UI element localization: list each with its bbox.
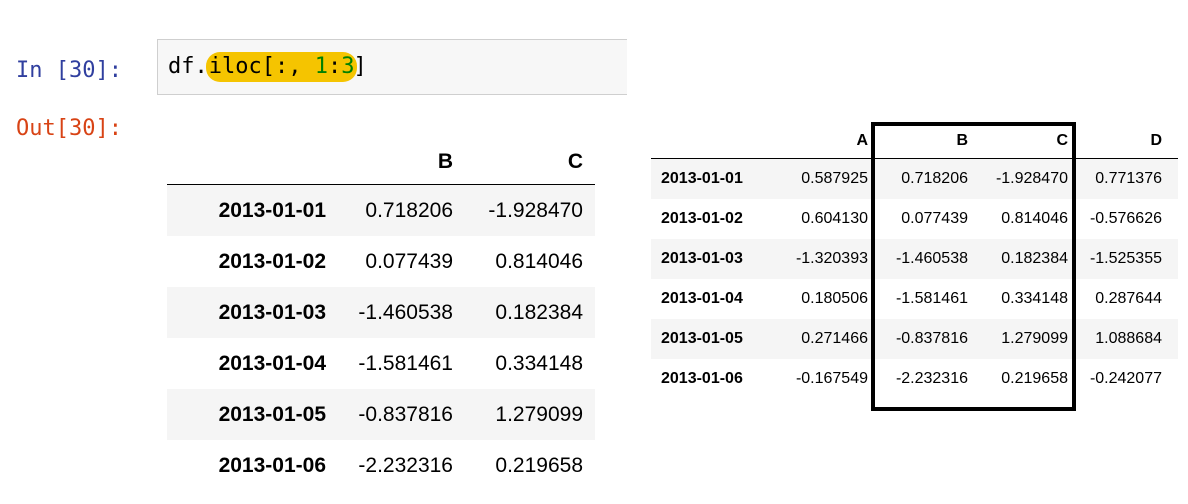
dataframe-row: 2013-01-04 0.180506 -1.581461 0.334148 0.287… [651,279,1178,319]
result-cell: -1.928470 [488,198,583,222]
dataframe-cell: -0.167549 [795,370,868,387]
result-index-cell: 2013-01-03 [218,300,326,324]
dataframe-cell: 0.587925 [801,170,868,187]
result-cell: -1.581461 [358,351,453,375]
code-colon: : [327,54,342,79]
result-cell: 0.814046 [495,249,583,273]
dataframe-cell: -0.837816 [895,330,968,347]
result-cell: 0.718206 [365,198,453,222]
code-iloc: iloc[:, [208,54,315,79]
result-index-cell: 2013-01-02 [218,249,326,273]
input-prompt: In [30]: [16,58,122,83]
dataframe-header-a: A [856,132,868,149]
dataframe-cell: 0.219658 [1001,370,1068,387]
result-header-c: C [567,150,583,173]
dataframe-cell: -0.242077 [1089,370,1162,387]
dataframe-cell: -1.928470 [995,170,1068,187]
code-cell[interactable]: df.iloc[:, 1:3] [157,39,627,95]
result-cell: 0.219658 [495,453,583,477]
dataframe-cell: -1.581461 [895,290,968,307]
result-cell: -0.837816 [358,402,453,426]
dataframe-index-cell: 2013-01-05 [661,330,743,347]
result-row: 2013-01-02 0.077439 0.814046 [167,236,595,287]
dataframe-cell: 0.182384 [1001,250,1068,267]
result-index-cell: 2013-01-06 [218,453,326,477]
dataframe-body: 2013-01-01 0.587925 0.718206 -1.928470 0.771… [651,158,1178,400]
dataframe-cell: 0.077439 [901,210,968,227]
dataframe-cell: 0.287644 [1095,290,1162,307]
dataframe-cell: -1.460538 [895,250,968,267]
code-highlight: iloc[:, 1:3 [205,52,358,82]
dataframe-cell: 0.334148 [1001,290,1068,307]
result-header-row: B C [167,140,595,185]
dataframe-header-row: A B C D [651,124,1178,159]
dataframe-cell: 0.814046 [1001,210,1068,227]
result-header-index [167,140,338,185]
result-index-cell: 2013-01-01 [218,198,326,222]
result-row: 2013-01-01 0.718206 -1.928470 [167,184,595,236]
dataframe-header-c: C [1056,132,1068,149]
dataframe-row: 2013-01-06 -0.167549 -2.232316 0.219658 -0.2… [651,359,1178,399]
code-num-start: 1 [314,54,328,79]
result-row: 2013-01-06 -2.232316 0.219658 [167,440,595,491]
result-cell: 0.182384 [495,300,583,324]
result-cell: -1.460538 [358,300,453,324]
dataframe-cell: 0.604130 [801,210,868,227]
dataframe-cell: 0.771376 [1095,170,1162,187]
result-cell: 0.077439 [365,249,453,273]
dataframe-index-cell: 2013-01-06 [661,370,743,387]
dataframe-table: A B C D 2013-01-01 0.587925 0.718206 -1.928… [651,124,1178,399]
result-row: 2013-01-04 -1.581461 0.334148 [167,338,595,389]
dataframe-row: 2013-01-02 0.604130 0.077439 0.814046 -0.576… [651,199,1178,239]
dataframe-cell: -1.320393 [795,250,868,267]
dataframe-cell: -2.232316 [895,370,968,387]
code-suffix: ] [353,54,367,79]
dataframe-cell: 0.718206 [901,170,968,187]
result-cell: 1.279099 [495,402,583,426]
dataframe-index-cell: 2013-01-04 [661,290,743,307]
dataframe-cell: 1.088684 [1095,330,1162,347]
dataframe-cell: -0.576626 [1089,210,1162,227]
result-body: 2013-01-01 0.718206 -1.928470 2013-01-02 0.0… [167,184,595,492]
dataframe-cell: 0.180506 [801,290,868,307]
code-prefix: df. [168,54,208,79]
dataframe-index-cell: 2013-01-03 [661,250,743,267]
result-row: 2013-01-03 -1.460538 0.182384 [167,287,595,338]
result-header-b: B [437,150,453,173]
dataframe-header-index [651,124,768,159]
output-prompt: Out[30]: [16,116,122,141]
dataframe-index-cell: 2013-01-01 [661,170,743,187]
dataframe-header-b: B [956,132,968,149]
result-cell: 0.334148 [495,351,583,375]
result-index-cell: 2013-01-04 [218,351,326,375]
dataframe-cell: 0.271466 [801,330,868,347]
result-cell: -2.232316 [358,453,453,477]
result-index-cell: 2013-01-05 [218,402,326,426]
dataframe-row: 2013-01-01 0.587925 0.718206 -1.928470 0.771… [651,158,1178,199]
result-row: 2013-01-05 -0.837816 1.279099 [167,389,595,440]
dataframe-header-d: D [1150,132,1162,149]
dataframe-index-cell: 2013-01-02 [661,210,743,227]
dataframe-row: 2013-01-05 0.271466 -0.837816 1.279099 1.088… [651,319,1178,359]
dataframe-row: 2013-01-03 -1.320393 -1.460538 0.182384 -1.5… [651,239,1178,279]
result-table: B C 2013-01-01 0.718206 -1.928470 2013-01-0… [167,140,595,491]
dataframe-cell: -1.525355 [1089,250,1162,267]
dataframe-cell: 1.279099 [1001,330,1068,347]
code-line[interactable]: df.iloc[:, 1:3] [168,52,367,82]
